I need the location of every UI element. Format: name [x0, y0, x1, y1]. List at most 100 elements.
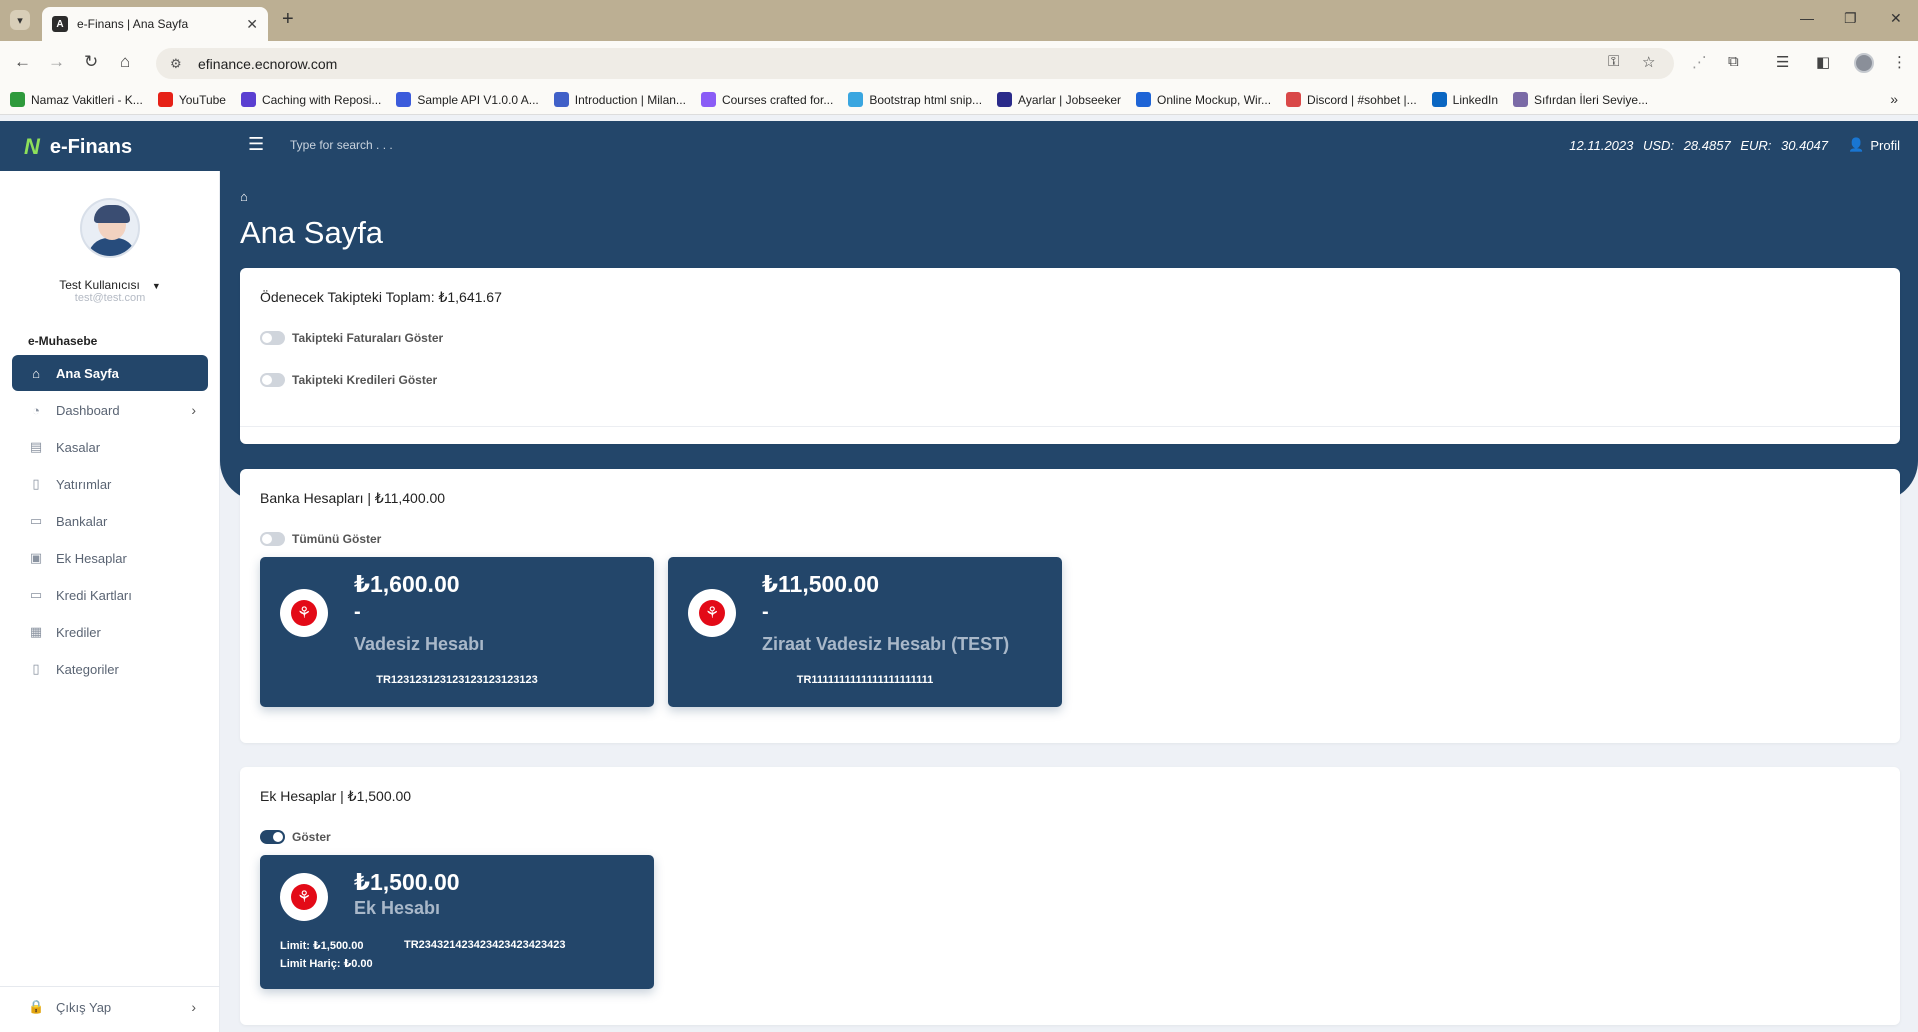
toggle-all-row[interactable]: Tümünü Göster: [260, 532, 381, 546]
logout-label: Çıkış Yap: [56, 999, 112, 1015]
extra-account-iban: TR234321423423423423423423: [404, 939, 566, 951]
extra-account-name: Ek Hesabı: [354, 898, 441, 918]
bookmark-favicon-icon: [1513, 92, 1529, 107]
bookmark-item[interactable]: Sıfırdan İleri Seviye...: [1513, 92, 1648, 107]
toggle-credits-row[interactable]: Takipteki Kredileri Göster: [260, 373, 437, 387]
sidebar-item-krediler[interactable]: ▦ Krediler: [12, 614, 208, 650]
address-bar[interactable]: ⚙ efinance.ecnorow.com: [156, 48, 1674, 79]
restore-icon[interactable]: ❐: [1844, 10, 1857, 27]
toggle-invoices-row[interactable]: Takipteki Faturaları Göster: [260, 331, 443, 345]
sidebar-item-dashboard[interactable]: ◔ Dashboard ›: [12, 392, 208, 428]
bookmark-item[interactable]: Caching with Reposi...: [240, 92, 381, 107]
bookmark-favicon-icon: [1136, 92, 1151, 107]
ziraat-bank-logo-icon: ⚘: [280, 873, 328, 921]
eur-value: 30.4047: [1781, 138, 1828, 153]
browser-menu-icon[interactable]: ⋮: [1892, 53, 1907, 71]
extensions-puzzle-icon[interactable]: ⧉: [1728, 53, 1739, 70]
profile-link[interactable]: 👤 Profil: [1848, 137, 1900, 153]
lock-icon: 🔒: [28, 999, 45, 1014]
user-email: test@test.com: [74, 292, 146, 304]
site-info-icon[interactable]: ⚙: [170, 56, 188, 72]
bookmark-item[interactable]: Namaz Vakitleri - K...: [10, 92, 143, 107]
extra-accounts-card: Ek Hesaplar | ₺1,500.00 Göster ⚘ ₺1,500.…: [240, 767, 1900, 1025]
page-title: Ana Sayfa: [240, 215, 384, 250]
extra-account-limit: Limit: ₺1,500.00: [280, 940, 364, 952]
extra-account-card[interactable]: ⚘ ₺1,500.00 Ek Hesabı Limit: ₺1,500.00 T…: [260, 855, 654, 989]
sidebar-item-kredi-kartlari[interactable]: ▭ Kredi Kartları: [12, 577, 208, 613]
side-panel-icon[interactable]: ◧: [1816, 53, 1830, 71]
toggle-show-label: Göster: [292, 830, 331, 844]
password-key-icon[interactable]: ⚿: [1608, 53, 1619, 70]
reload-icon[interactable]: ↻: [84, 52, 98, 72]
tab-close-icon[interactable]: ✕: [246, 16, 258, 33]
logout-button[interactable]: 🔒 Çıkış Yap ›: [12, 989, 208, 1025]
menu-toggle-icon[interactable]: ☰: [248, 134, 264, 155]
bookmark-star-icon[interactable]: ☆: [1642, 53, 1655, 71]
user-icon: 👤: [1848, 137, 1865, 152]
brand[interactable]: N e-Finans: [24, 134, 132, 160]
sidebar-item-kategoriler[interactable]: ▯ Kategoriler: [12, 651, 208, 687]
bookmarks-overflow-icon[interactable]: »: [1890, 91, 1898, 107]
new-tab-icon[interactable]: +: [282, 8, 294, 31]
bookmark-item[interactable]: Discord | #sohbet |...: [1286, 92, 1417, 107]
bookmark-item[interactable]: Bootstrap html snip...: [848, 92, 982, 107]
account-balance: ₺11,500.00: [762, 571, 880, 597]
bookmark-favicon-icon: [396, 92, 412, 107]
breadcrumb-home-icon[interactable]: ⌂: [240, 189, 248, 204]
search-input[interactable]: [290, 138, 590, 152]
sidebar-item-bankalar[interactable]: ▭ Bankalar: [12, 503, 208, 539]
bookmark-item[interactable]: Introduction | Milan...: [553, 92, 686, 107]
browser-profile-avatar[interactable]: [1854, 53, 1874, 73]
bank-accounts-card: Banka Hesapları | ₺11,400.00 Tümünü Göst…: [240, 469, 1900, 743]
minimize-icon[interactable]: —: [1800, 10, 1814, 26]
bookmark-item[interactable]: YouTube: [157, 92, 226, 107]
bookmarks-bar: Namaz Vakitleri - K... YouTube Caching wit…: [0, 85, 1918, 115]
bookmark-item[interactable]: Ayarlar | Jobseeker: [997, 92, 1121, 107]
browser-tab[interactable]: A e-Finans | Ana Sayfa ✕: [42, 7, 268, 41]
sidebar-item-label: Krediler: [56, 624, 101, 640]
toggle-invoices-switch[interactable]: [260, 331, 285, 345]
close-window-icon[interactable]: ✕: [1890, 10, 1902, 27]
toggle-show-row[interactable]: Göster: [260, 830, 331, 844]
sidebar-item-label: Ana Sayfa: [56, 365, 119, 381]
sidebar-item-kasalar[interactable]: ▤ Kasalar: [12, 429, 208, 465]
sidebar-item-ana-sayfa[interactable]: ⌂ Ana Sayfa: [12, 355, 208, 391]
pending-total-title: Ödenecek Takipteki Toplam: ₺1,641.67: [260, 289, 502, 305]
sidebar-item-label: Kasalar: [56, 439, 101, 455]
chevron-right-icon: ›: [191, 402, 196, 418]
sidebar-item-ek-hesaplar[interactable]: ▣ Ek Hesaplar: [12, 540, 208, 576]
home-icon[interactable]: ⌂: [120, 52, 130, 72]
user-name[interactable]: Test Kullanıcısı ▼: [0, 278, 220, 292]
sidebar-item-yatirimlar[interactable]: ▯ Yatırımlar: [12, 466, 208, 502]
sidebar: Test Kullanıcısı ▼ test@test.com e-Muhase…: [0, 171, 220, 1032]
toggle-credits-switch[interactable]: [260, 373, 285, 387]
bookmark-favicon-icon: [157, 92, 173, 107]
bank-account-card[interactable]: ⚘ ₺11,500.00 - Ziraat Vadesiz Hesabı (TE…: [668, 557, 1062, 707]
reading-list-icon[interactable]: ☰: [1776, 53, 1789, 71]
account-dash: -: [354, 601, 361, 623]
bookmark-label: Sıfırdan İleri Seviye...: [1534, 92, 1649, 107]
bookmark-item[interactable]: Sample API V1.0.0 A...: [396, 92, 539, 107]
bank-account-card[interactable]: ⚘ ₺1,600.00 - Vadesiz Hesabı TR123123123…: [260, 557, 654, 707]
tab-search-dropdown-icon[interactable]: ▾: [10, 10, 30, 30]
pending-payments-card: Ödenecek Takipteki Toplam: ₺1,641.67 Tak…: [240, 268, 1900, 444]
bookmark-label: Namaz Vakitleri - K...: [31, 92, 143, 107]
user-avatar[interactable]: [80, 198, 140, 258]
back-icon[interactable]: ←: [14, 52, 31, 72]
bookmark-favicon-icon: [1431, 92, 1447, 107]
category-icon: ▯: [32, 661, 40, 676]
user-dropdown-icon[interactable]: ▼: [152, 281, 161, 291]
address-url: efinance.ecnorow.com: [198, 55, 338, 72]
extra-account-balance: ₺1,500.00: [354, 869, 460, 895]
toggle-show-switch[interactable]: [260, 830, 285, 844]
bookmark-label: Ayarlar | Jobseeker: [1018, 92, 1121, 107]
bookmark-label: Introduction | Milan...: [574, 92, 686, 107]
extra-account-limit-excluded: Limit Hariç: ₺0.00: [280, 958, 373, 970]
toggle-all-switch[interactable]: [260, 532, 285, 546]
forward-icon[interactable]: →: [48, 52, 65, 72]
bookmark-item[interactable]: LinkedIn: [1431, 92, 1498, 107]
menu-section-title: e-Muhasebe: [28, 334, 98, 348]
bookmark-item[interactable]: Courses crafted for...: [700, 92, 833, 107]
bookmark-item[interactable]: Online Mockup, Wir...: [1136, 92, 1271, 107]
extension-loading-icon[interactable]: ⋰: [1692, 53, 1707, 71]
